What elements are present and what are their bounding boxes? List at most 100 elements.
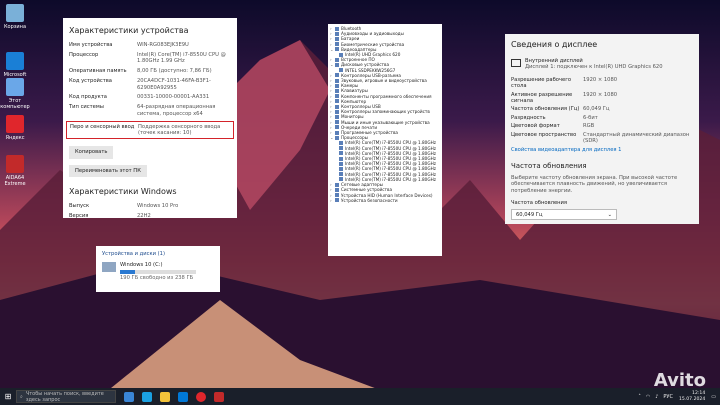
spec-key: Тип системы [69, 104, 104, 111]
desktop-icon[interactable]: Корзина [0, 4, 30, 30]
device-icon [335, 83, 339, 88]
device-icon [339, 167, 343, 172]
copy-button[interactable]: Копировать [69, 146, 114, 159]
desktop-app-icon [6, 155, 24, 173]
rename-pc-button[interactable]: Переименовать этот ПК [69, 164, 147, 178]
windows-spec-key: Выпуск [69, 203, 90, 210]
pen-touch-row: Перо и сенсорный ввод Поддержка сенсорно… [66, 120, 234, 140]
store-icon[interactable] [178, 391, 188, 402]
device-icon [339, 161, 343, 166]
drive-item[interactable]: Windows 10 (C:) 190 ГБ свободно из 238 Г… [102, 262, 214, 281]
device-icon [339, 52, 343, 57]
drive-free: 190 ГБ свободно из 238 ГБ [120, 274, 194, 281]
monitor-row: Внутренний дисплей Дисплей 1: подключен … [511, 58, 693, 71]
wifi-icon[interactable]: ◠ [646, 394, 650, 400]
display-row: Цветовой формат RGB [511, 123, 693, 129]
explorer-icon[interactable] [160, 391, 170, 402]
device-icon [339, 146, 343, 151]
pen-touch-key: Перо и сенсорный ввод [70, 123, 135, 130]
device-icon [335, 130, 339, 135]
device-icon [339, 177, 343, 182]
clock-date: 15.07.2024 [678, 396, 706, 402]
volume-icon[interactable]: ♪ [655, 394, 658, 400]
spec-key: Процессор [69, 51, 99, 58]
device-icon [335, 193, 339, 198]
desktop-icon-label: Этот компьютер [0, 98, 30, 110]
display-value: Стандартный динамический диапазон (SDR) [583, 131, 690, 145]
windows-spec-value: Windows 10 Pro [137, 203, 179, 210]
device-icon [335, 115, 339, 120]
clock[interactable]: 12:14 15.07.2024 [679, 391, 705, 402]
device-icon [335, 182, 339, 187]
explorer-drives-panel: Устройства и диски (1) Windows 10 (C:) 1… [96, 246, 220, 292]
windows-spec-row: Выпуск Windows 10 Pro [69, 203, 231, 209]
refresh-rate-select[interactable]: 60,049 Гц ⌄ [511, 208, 617, 220]
desktop-icon[interactable]: Яндекс [0, 115, 30, 141]
device-icon [335, 63, 339, 68]
windows-spec-value: 22H2 [137, 213, 151, 220]
tray-chevron-icon[interactable]: ˄ [638, 394, 641, 400]
device-icon [335, 89, 339, 94]
spec-key: Имя устройства [69, 42, 113, 48]
device-icon [335, 94, 339, 99]
device-icon [335, 198, 339, 203]
lang-indicator[interactable]: РУС [663, 394, 673, 400]
windows-spec-row: Версия 22H2 [69, 213, 231, 219]
windows-spec-key: Версия [69, 213, 89, 220]
refresh-rate-value: 60,049 Гц [516, 211, 543, 218]
display-key: Частота обновления (Гц) [511, 106, 580, 113]
desktop-app-icon [6, 4, 24, 22]
device-icon [335, 78, 339, 83]
desktop-app-icon [6, 115, 24, 133]
display-value: 60,049 Гц [583, 106, 610, 113]
spec-key: Код продукта [69, 94, 107, 101]
device-icon [335, 47, 339, 52]
spec-value: 00331-10000-00001-AA331 [137, 94, 210, 101]
yandex-icon[interactable] [196, 391, 206, 402]
notification-icon[interactable]: ▭ [711, 394, 716, 400]
display-row: Активное разрешение сигнала 1920 × 1080 [511, 92, 693, 105]
spec-row: Код продукта 00331-10000-00001-AA331 [69, 94, 231, 100]
device-specs-title: Характеристики устройства [69, 26, 189, 35]
drive-name: Windows 10 (C:) [120, 262, 163, 269]
chevron-down-icon: ⌄ [607, 211, 612, 218]
display-value: 1920 × 1080 [583, 76, 618, 83]
desktop-icon-label: Яндекс [5, 135, 25, 141]
windows-specs-title: Характеристики Windows [69, 187, 177, 197]
desktop-app-icon [6, 78, 24, 96]
spec-row: Процессор Intel(R) Core(TM) i7-8550U CPU … [69, 52, 231, 65]
display-key: Цветовое пространство [511, 131, 577, 138]
display-row: Частота обновления (Гц) 60,049 Гц [511, 106, 693, 112]
desktop-app-icon [6, 52, 24, 70]
spec-value: 64-разрядная операционная система, проце… [137, 104, 216, 117]
device-icon [335, 57, 339, 62]
drive-usage-fill [120, 269, 136, 274]
aida-icon[interactable] [214, 391, 224, 402]
device-icon [339, 172, 343, 177]
device-icon [335, 125, 339, 130]
device-icon [335, 37, 339, 41]
spec-row: Имя устройства WIN-RG083EJK3E9U [69, 42, 231, 48]
drive-usage-bar [120, 269, 196, 274]
search-icon: ⌕ [20, 393, 23, 400]
device-icon [335, 42, 339, 47]
spec-row: Оперативная память 8,00 ГБ (доступно: 7,8… [69, 68, 231, 74]
display-row: Цветовое пространство Стандартный динамич… [511, 132, 693, 145]
edge-icon[interactable] [142, 391, 152, 402]
windows-start-icon[interactable]: ⊞ [0, 388, 16, 405]
pen-touch-value: Поддержка сенсорного ввода (точек касани… [138, 123, 221, 137]
desktop-icon[interactable]: AIDA64 Extreme [0, 155, 30, 187]
taskbar-search[interactable]: ⌕ Чтобы начать поиск, введите здесь запр… [16, 390, 116, 403]
device-category[interactable]: › Устройства безопасности [330, 198, 440, 203]
desktop-icon[interactable]: Этот компьютер [0, 78, 30, 110]
drives-header[interactable]: Устройства и диски (1) [102, 251, 214, 257]
monitor-icon [511, 59, 521, 67]
device-specs-window: Характеристики устройства Имя устройства… [63, 18, 237, 219]
task-view-icon[interactable] [124, 391, 134, 402]
device-icon [335, 187, 339, 192]
spec-row: Код устройства 20CA4DCF-1031-46FA-B3F1-62… [69, 78, 231, 91]
device-icon [335, 135, 339, 140]
display-key: Активное разрешение сигнала [511, 91, 573, 105]
device-label: Устройства безопасности [341, 197, 398, 203]
adapter-properties-link[interactable]: Свойства видеоадаптера для дисплея 1 [511, 147, 693, 153]
